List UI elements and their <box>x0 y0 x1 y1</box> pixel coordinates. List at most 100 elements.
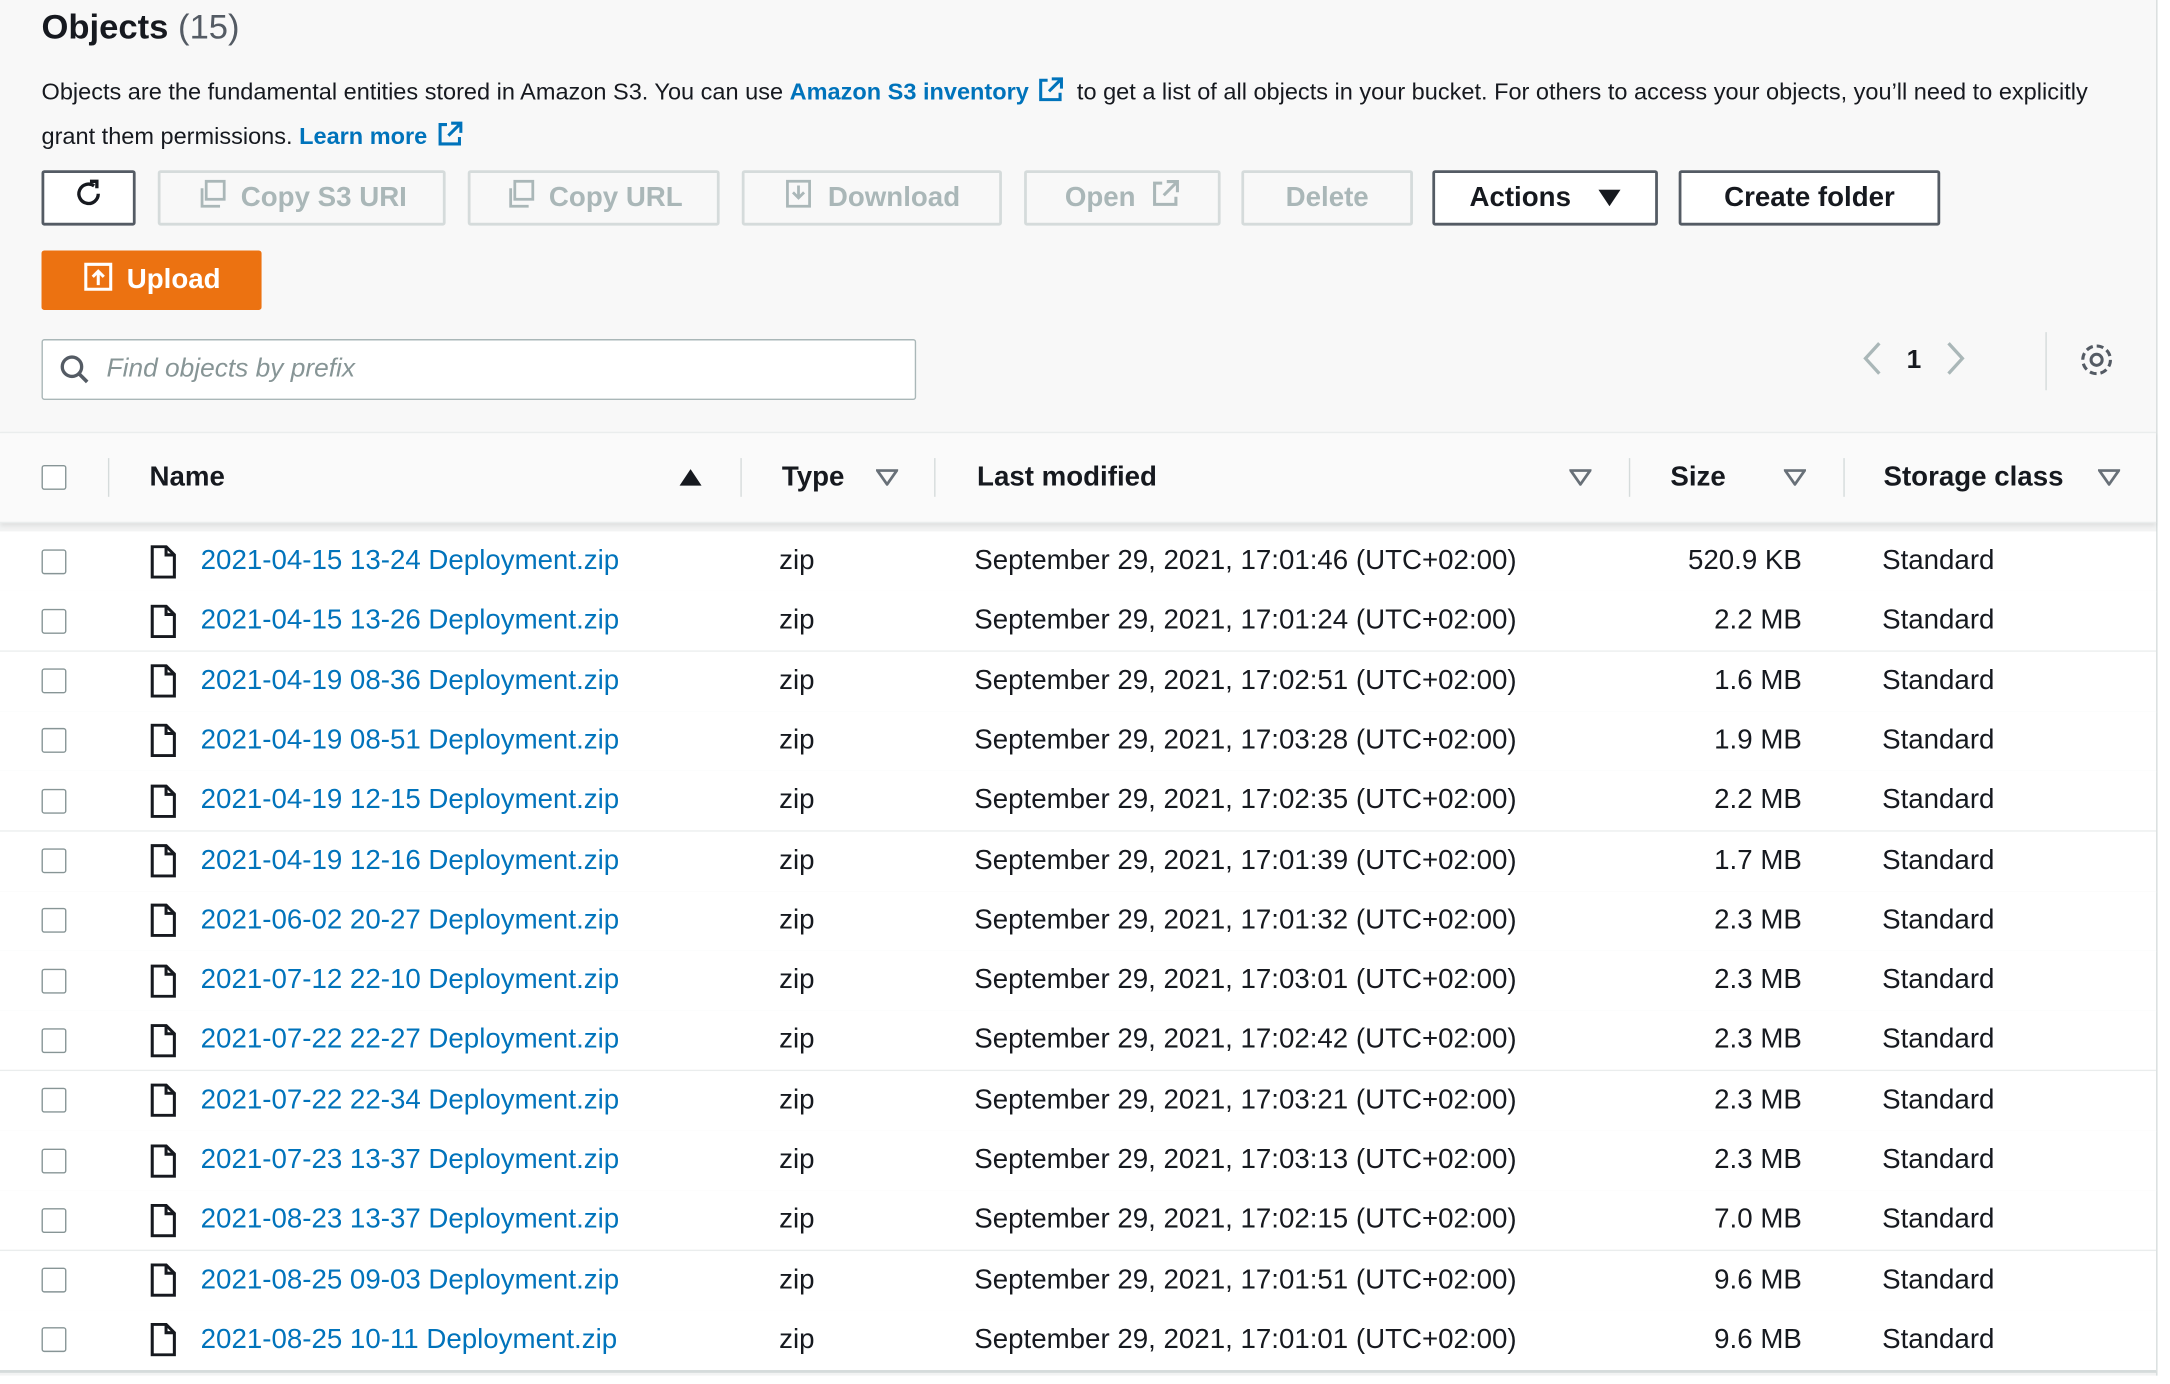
refresh-icon <box>72 177 105 219</box>
search-input[interactable] <box>103 352 885 387</box>
table-row: 2021-04-15 13-26 Deployment.zip zip Septem… <box>0 591 2157 653</box>
column-header-name[interactable]: Name <box>149 433 716 522</box>
object-last-modified: September 29, 2021, 17:02:35 (UTC+02:00) <box>974 784 1517 816</box>
object-type: zip <box>779 844 815 876</box>
row-checkbox[interactable] <box>41 711 67 771</box>
object-size: 2.3 MB <box>1714 1144 1802 1175</box>
row-checkbox[interactable] <box>41 651 67 711</box>
object-name-link[interactable]: 2021-04-19 12-16 Deployment.zip <box>201 845 620 877</box>
object-name-link[interactable]: 2021-06-02 20-27 Deployment.zip <box>201 905 620 937</box>
current-page[interactable]: 1 <box>1883 346 1944 376</box>
chevron-right-icon[interactable] <box>1944 340 1966 383</box>
row-checkbox[interactable] <box>41 1071 67 1131</box>
table-row: 2021-04-19 08-36 Deployment.zip zip Septem… <box>0 651 2157 713</box>
row-checkbox[interactable] <box>41 1191 67 1251</box>
row-checkbox[interactable] <box>41 591 67 651</box>
refresh-button[interactable] <box>41 170 136 226</box>
row-checkbox[interactable] <box>41 951 67 1011</box>
create-folder-button[interactable]: Create folder <box>1678 170 1941 226</box>
row-checkbox[interactable] <box>41 771 67 831</box>
table-row: 2021-04-19 12-16 Deployment.zip zip Septem… <box>0 831 2157 892</box>
object-last-modified: September 29, 2021, 17:03:28 (UTC+02:00) <box>974 725 1517 756</box>
file-icon <box>149 831 177 891</box>
object-size: 2.2 MB <box>1714 605 1802 636</box>
object-name-link[interactable]: 2021-04-15 13-26 Deployment.zip <box>201 605 620 637</box>
column-header-storage-class[interactable]: Storage class <box>1883 433 2146 522</box>
table-row: 2021-08-25 10-11 Deployment.zip zip Septem… <box>0 1310 2157 1372</box>
object-storage-class: Standard <box>1882 725 1995 756</box>
copy-icon <box>505 179 535 218</box>
object-storage-class: Standard <box>1882 1324 1995 1355</box>
object-name-link[interactable]: 2021-08-25 09-03 Deployment.zip <box>201 1264 620 1296</box>
file-icon <box>149 891 177 951</box>
caret-down-icon <box>1598 182 1621 214</box>
copy-url-button[interactable]: Copy URL <box>467 170 720 226</box>
object-name-link[interactable]: 2021-04-19 12-15 Deployment.zip <box>201 785 620 817</box>
object-name-link[interactable]: 2021-04-15 13-24 Deployment.zip <box>201 545 620 577</box>
object-size: 2.3 MB <box>1714 1084 1802 1115</box>
object-name-link[interactable]: 2021-07-22 22-27 Deployment.zip <box>201 1025 620 1057</box>
object-name-link[interactable]: 2021-07-22 22-34 Deployment.zip <box>201 1085 620 1117</box>
column-header-last-modified[interactable]: Last modified <box>977 433 1614 522</box>
row-checkbox[interactable] <box>41 1250 67 1310</box>
delete-button[interactable]: Delete <box>1241 170 1413 226</box>
object-size: 2.3 MB <box>1714 1024 1802 1056</box>
select-all-checkbox[interactable] <box>41 433 67 522</box>
row-checkbox[interactable] <box>41 1011 67 1071</box>
object-type: zip <box>779 665 815 696</box>
table-row: 2021-07-12 22-10 Deployment.zip zip Septem… <box>0 950 2157 1012</box>
upload-button[interactable]: Upload <box>41 250 262 310</box>
object-name-link[interactable]: 2021-08-23 13-37 Deployment.zip <box>201 1204 620 1236</box>
object-name-link[interactable]: 2021-04-19 08-36 Deployment.zip <box>201 665 620 697</box>
file-icon <box>149 711 177 771</box>
object-last-modified: September 29, 2021, 17:03:01 (UTC+02:00) <box>974 964 1517 996</box>
object-type: zip <box>779 784 815 816</box>
row-checkbox[interactable] <box>41 831 67 891</box>
object-name-link[interactable]: 2021-04-19 08-51 Deployment.zip <box>201 725 620 757</box>
object-last-modified: September 29, 2021, 17:01:46 (UTC+02:00) <box>974 545 1517 576</box>
object-storage-class: Standard <box>1882 665 1995 696</box>
search-icon <box>60 354 90 384</box>
gear-icon[interactable] <box>2076 339 2118 387</box>
copy-s3-uri-button[interactable]: Copy S3 URI <box>157 170 446 226</box>
column-header-type[interactable]: Type <box>782 433 920 522</box>
object-last-modified: September 29, 2021, 17:02:15 (UTC+02:00) <box>974 1204 1517 1235</box>
row-checkbox[interactable] <box>41 1310 67 1370</box>
object-storage-class: Standard <box>1882 1264 1995 1295</box>
chevron-left-icon[interactable] <box>1861 340 1883 383</box>
divider <box>2045 332 2047 391</box>
actions-dropdown[interactable]: Actions <box>1432 170 1658 226</box>
search-field[interactable] <box>41 339 917 400</box>
object-size: 9.6 MB <box>1714 1264 1802 1295</box>
object-last-modified: September 29, 2021, 17:01:32 (UTC+02:00) <box>974 904 1517 936</box>
row-checkbox[interactable] <box>41 1131 67 1191</box>
objects-panel: Objects (15) Objects are the fundamental… <box>0 0 2158 1376</box>
file-icon <box>149 771 177 831</box>
object-type: zip <box>779 1204 815 1235</box>
row-checkbox[interactable] <box>41 531 67 591</box>
object-count: (15) <box>178 8 240 48</box>
object-type: zip <box>779 1144 815 1175</box>
learn-more-link[interactable]: Learn more <box>299 123 427 149</box>
object-type: zip <box>779 904 815 936</box>
object-name-link[interactable]: 2021-07-23 13-37 Deployment.zip <box>201 1144 620 1176</box>
object-size: 520.9 KB <box>1687 545 1802 576</box>
object-size: 9.6 MB <box>1714 1324 1802 1355</box>
page-title: Objects (15) <box>41 8 240 48</box>
table-row: 2021-08-23 13-37 Deployment.zip zip Septem… <box>0 1190 2157 1252</box>
column-header-size[interactable]: Size <box>1670 433 1829 522</box>
object-type: zip <box>779 1024 815 1056</box>
file-icon <box>149 951 177 1011</box>
download-button[interactable]: Download <box>741 170 1002 226</box>
object-name-link[interactable]: 2021-07-12 22-10 Deployment.zip <box>201 965 620 997</box>
row-checkbox[interactable] <box>41 891 67 951</box>
sort-ascending-icon <box>679 462 702 494</box>
table-row: 2021-07-23 13-37 Deployment.zip zip Septem… <box>0 1130 2157 1192</box>
table-header: Name Type Last modified Size Storage cla… <box>0 431 2157 524</box>
object-last-modified: September 29, 2021, 17:02:42 (UTC+02:00) <box>974 1024 1517 1056</box>
object-name-link[interactable]: 2021-08-25 10-11 Deployment.zip <box>201 1324 617 1356</box>
object-type: zip <box>779 1084 815 1115</box>
inventory-link[interactable]: Amazon S3 inventory <box>790 79 1029 105</box>
open-button[interactable]: Open <box>1024 170 1221 226</box>
sort-icon <box>1568 462 1593 494</box>
